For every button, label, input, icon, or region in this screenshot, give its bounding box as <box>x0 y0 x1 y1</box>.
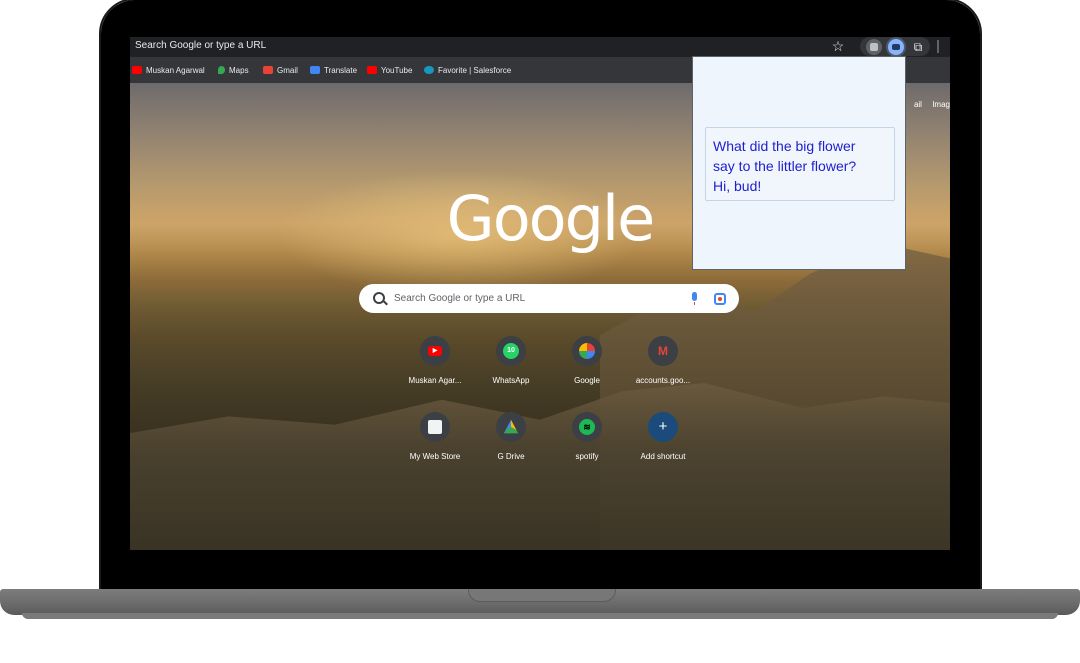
bookmark-label: Translate <box>324 65 358 75</box>
webstore-icon <box>428 420 442 434</box>
gmail-link[interactable]: ail <box>914 100 922 109</box>
bookmark-item[interactable]: Muskan Agarwal <box>132 64 205 76</box>
youtube-icon <box>132 66 142 74</box>
address-bar[interactable]: Search Google or type a URL ☆ ⧉ <box>130 37 950 57</box>
salesforce-icon <box>424 66 434 74</box>
search-box[interactable]: Search Google or type a URL <box>359 284 739 313</box>
laptop-notch <box>468 589 616 602</box>
search-placeholder: Search Google or type a URL <box>394 293 526 304</box>
youtube-icon <box>367 66 377 74</box>
bookmark-item[interactable]: YouTube <box>367 64 412 76</box>
joke-box: What did the big flower say to the littl… <box>705 127 895 201</box>
lens-icon[interactable] <box>714 293 726 305</box>
bookmark-label: Gmail <box>277 65 298 75</box>
shortcut-label: accounts.goo... <box>635 376 691 385</box>
shortcut-label: Muskan Agar... <box>408 376 462 385</box>
translate-icon <box>310 66 320 74</box>
add-shortcut-tile[interactable]: + Add shortcut <box>625 412 701 461</box>
bookmark-label: YouTube <box>381 65 413 75</box>
background-valley <box>130 383 950 550</box>
shortcut-tile[interactable]: 10 WhatsApp <box>473 336 549 385</box>
shortcut-label: Google <box>574 376 600 385</box>
search-icon <box>373 292 385 304</box>
drive-icon <box>503 419 519 434</box>
joke-punchline: Hi, bud! <box>713 178 762 194</box>
shortcut-tile[interactable]: G Drive <box>473 412 549 461</box>
maps-icon <box>218 66 225 74</box>
gmail-icon: M <box>658 344 668 358</box>
shortcut-tile[interactable]: ▶ Muskan Agar... <box>397 336 473 385</box>
top-links: ail Imag <box>906 100 950 109</box>
shortcut-tile[interactable]: My Web Store <box>397 412 473 461</box>
shortcut-tile[interactable]: Google <box>549 336 625 385</box>
shortcut-tile[interactable]: ≋ spotify <box>549 412 625 461</box>
bookmark-item[interactable]: Gmail <box>263 64 298 76</box>
divider <box>937 40 939 53</box>
joke-extension-icon[interactable] <box>888 39 904 55</box>
extension-popup: What did the big flower say to the littl… <box>692 56 906 270</box>
bookmark-label: Muskan Agarwal <box>146 65 205 75</box>
plus-icon: + <box>658 418 668 435</box>
youtube-icon: ▶ <box>428 346 442 356</box>
address-text[interactable]: Search Google or type a URL <box>135 40 266 51</box>
shortcut-label: WhatsApp <box>492 376 530 385</box>
bookmark-item[interactable]: Translate <box>310 64 357 76</box>
microphone-icon[interactable] <box>692 292 697 305</box>
extensions-group: ⧉ <box>860 37 930 56</box>
bookmark-star-icon[interactable]: ☆ <box>830 38 846 54</box>
spotify-icon: ≋ <box>579 419 595 435</box>
bookmark-item[interactable]: Favorite | Salesforce <box>424 64 511 76</box>
images-link[interactable]: Imag <box>932 100 950 109</box>
gmail-icon <box>263 66 273 74</box>
bookmark-label: Favorite | Salesforce <box>438 65 512 75</box>
bookmark-item[interactable]: Maps <box>218 64 249 76</box>
joke-line: say to the littler flower? <box>713 158 857 174</box>
shortcut-label: G Drive <box>497 452 525 461</box>
shortcut-label: Add shortcut <box>640 452 686 461</box>
shortcut-label: My Web Store <box>409 452 461 461</box>
laptop-base-shadow <box>22 613 1058 619</box>
extension-icon[interactable] <box>866 39 882 55</box>
shortcut-tile[interactable]: M accounts.goo... <box>625 336 701 385</box>
whatsapp-icon: 10 <box>503 343 519 359</box>
bookmark-label: Maps <box>229 65 249 75</box>
google-icon <box>579 343 595 359</box>
joke-line: What did the big flower <box>713 138 856 154</box>
shortcut-label: spotify <box>575 452 599 461</box>
puzzle-icon[interactable]: ⧉ <box>910 39 926 55</box>
